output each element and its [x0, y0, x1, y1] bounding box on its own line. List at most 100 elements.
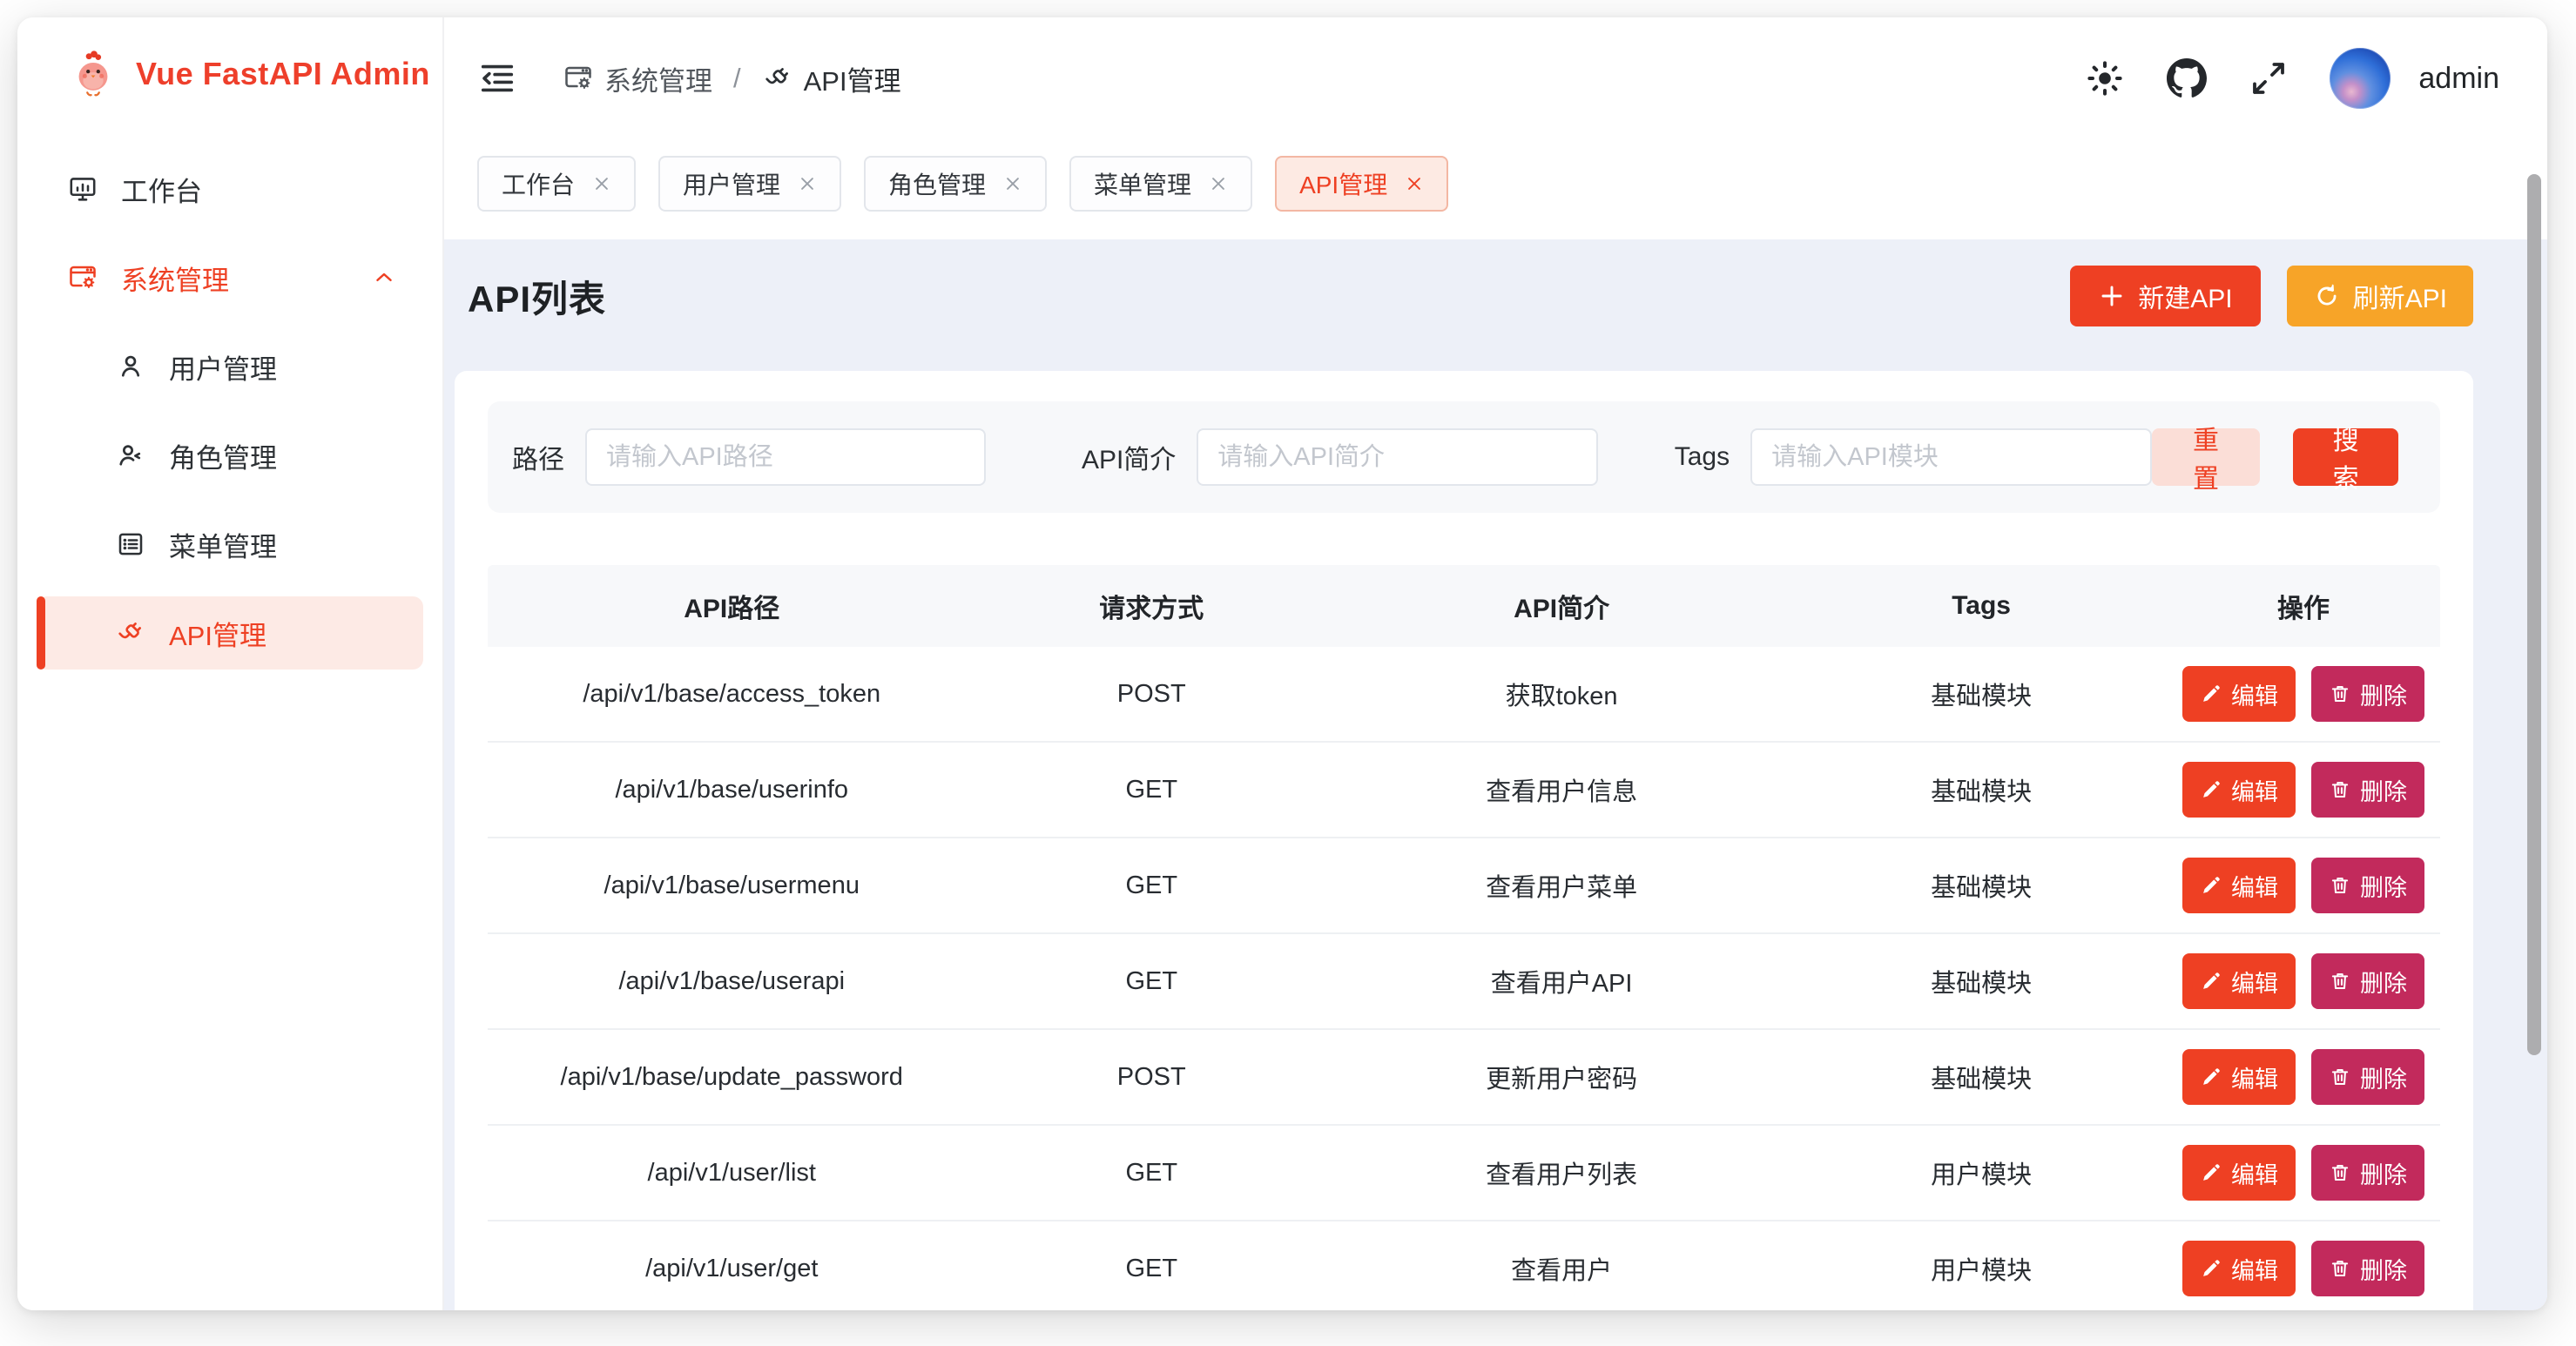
pencil-icon: [2200, 874, 2222, 897]
sidebar-item-workbench[interactable]: 工作台: [37, 152, 423, 225]
column-header-method: 请求方式: [976, 587, 1328, 625]
sidebar: Vue FastAPI Admin 工作台 系统管理 用户管理 角色管理: [17, 17, 444, 1310]
delete-button[interactable]: 删除: [2311, 1241, 2424, 1296]
api-path-cell: /api/v1/base/access_token: [488, 680, 976, 709]
column-header-summary: API简介: [1327, 587, 1796, 625]
column-header-actions: 操作: [2167, 587, 2440, 625]
api-table: API路径 请求方式 API简介 Tags 操作 /api/v1/base/ac…: [488, 565, 2440, 1310]
edit-button[interactable]: 编辑: [2182, 1049, 2296, 1105]
summary-cell: 查看用户: [1327, 1250, 1796, 1287]
column-header-tags: Tags: [1796, 591, 2167, 621]
api-path-cell: /api/v1/user/get: [488, 1255, 976, 1283]
tags-cell: 用户模块: [1796, 1154, 2167, 1191]
plug-icon: [762, 63, 793, 94]
vertical-scrollbar-thumb[interactable]: [2527, 174, 2541, 1055]
delete-button[interactable]: 删除: [2311, 1145, 2424, 1201]
new-api-button[interactable]: 新建API: [2070, 266, 2260, 326]
sidebar-item-label: 工作台: [121, 170, 202, 209]
delete-button[interactable]: 删除: [2311, 858, 2424, 913]
header-actions: admin: [2084, 48, 2499, 109]
edit-button[interactable]: 编辑: [2182, 1145, 2296, 1201]
tab-menu-management[interactable]: 菜单管理: [1069, 156, 1252, 212]
sidebar-item-label: 系统管理: [121, 259, 229, 298]
plus-icon: [2098, 282, 2126, 310]
tab-api-management[interactable]: API管理: [1275, 156, 1448, 212]
summary-cell: 查看用户列表: [1327, 1154, 1796, 1191]
api-path-cell: /api/v1/base/usermenu: [488, 872, 976, 900]
trash-icon: [2329, 1161, 2351, 1184]
method-cell: GET: [976, 776, 1328, 804]
table-row: /api/v1/user/get GET 查看用户 用户模块 编辑 删除: [488, 1221, 2440, 1310]
breadcrumb: 系统管理 / API管理: [563, 59, 901, 98]
role-icon: [115, 440, 146, 471]
close-icon[interactable]: [1405, 174, 1424, 193]
edit-button[interactable]: 编辑: [2182, 1241, 2296, 1296]
breadcrumb-separator: /: [728, 63, 746, 94]
github-icon[interactable]: [2166, 57, 2208, 99]
tags-cell: 基础模块: [1796, 867, 2167, 904]
page-title-row: API列表 新建API 刷新API: [455, 261, 2473, 331]
summary-filter-input[interactable]: [1197, 428, 1597, 486]
app-logo-row: Vue FastAPI Admin: [17, 17, 442, 131]
api-list-card: 路径 API简介 Tags 重置 搜索 API路径: [455, 371, 2473, 1310]
method-cell: GET: [976, 1159, 1328, 1188]
delete-button[interactable]: 删除: [2311, 666, 2424, 722]
table-header-row: API路径 请求方式 API简介 Tags 操作: [488, 565, 2440, 647]
close-icon[interactable]: [1209, 174, 1228, 193]
pencil-icon: [2200, 1257, 2222, 1280]
sidebar-collapse-icon[interactable]: [477, 58, 517, 98]
tags-cell: 基础模块: [1796, 1059, 2167, 1095]
page-content: API列表 新建API 刷新API 路径: [444, 239, 2547, 1310]
theme-toggle-sun-icon[interactable]: [2084, 57, 2126, 99]
path-filter-input[interactable]: [585, 428, 986, 486]
refresh-icon: [2313, 282, 2341, 310]
sidebar-menu: 工作台 系统管理 用户管理 角色管理 菜单管理 API管理: [17, 131, 442, 670]
path-filter-label: 路径: [512, 438, 564, 476]
table-row: /api/v1/base/access_token POST 获取token 基…: [488, 647, 2440, 743]
fullscreen-icon[interactable]: [2248, 57, 2289, 99]
tags-filter-label: Tags: [1675, 442, 1730, 472]
sidebar-item-system-management[interactable]: 系统管理: [37, 241, 423, 314]
method-cell: GET: [976, 967, 1328, 996]
summary-filter-label: API简介: [1082, 438, 1176, 476]
edit-button[interactable]: 编辑: [2182, 858, 2296, 913]
trash-icon: [2329, 1066, 2351, 1088]
chevron-up-icon: [371, 265, 397, 291]
sidebar-item-user-management[interactable]: 用户管理: [37, 330, 423, 403]
tab-role-management[interactable]: 角色管理: [864, 156, 1047, 212]
summary-cell: 更新用户密码: [1327, 1059, 1796, 1095]
tab-user-management[interactable]: 用户管理: [658, 156, 841, 212]
tab-workbench[interactable]: 工作台: [477, 156, 636, 212]
edit-button[interactable]: 编辑: [2182, 762, 2296, 818]
refresh-api-button[interactable]: 刷新API: [2287, 266, 2473, 326]
user-icon: [115, 351, 146, 382]
delete-button[interactable]: 删除: [2311, 762, 2424, 818]
trash-icon: [2329, 874, 2351, 897]
tags-cell: 基础模块: [1796, 676, 2167, 712]
tags-cell: 用户模块: [1796, 1250, 2167, 1287]
breadcrumb-item-system[interactable]: 系统管理: [563, 59, 712, 98]
user-avatar[interactable]: [2330, 48, 2391, 109]
sidebar-item-api-management[interactable]: API管理: [37, 596, 423, 670]
sidebar-item-label: 用户管理: [169, 347, 277, 387]
tags-filter-input[interactable]: [1750, 428, 2151, 486]
monitor-icon: [67, 173, 98, 205]
table-row: /api/v1/base/userapi GET 查看用户API 基础模块 编辑…: [488, 934, 2440, 1030]
filter-actions: 重置 搜索: [2152, 428, 2398, 486]
edit-button[interactable]: 编辑: [2182, 953, 2296, 1009]
close-icon[interactable]: [592, 174, 611, 193]
close-icon[interactable]: [1003, 174, 1022, 193]
method-cell: POST: [976, 680, 1328, 709]
delete-button[interactable]: 删除: [2311, 953, 2424, 1009]
sidebar-item-role-management[interactable]: 角色管理: [37, 419, 423, 492]
reset-button[interactable]: 重置: [2152, 428, 2261, 486]
search-button[interactable]: 搜索: [2293, 428, 2398, 486]
delete-button[interactable]: 删除: [2311, 1049, 2424, 1105]
sidebar-item-menu-management[interactable]: 菜单管理: [37, 508, 423, 581]
summary-cell: 查看用户菜单: [1327, 867, 1796, 904]
table-row: /api/v1/base/usermenu GET 查看用户菜单 基础模块 编辑…: [488, 838, 2440, 934]
sidebar-item-label: 角色管理: [169, 436, 277, 475]
close-icon[interactable]: [798, 174, 817, 193]
edit-button[interactable]: 编辑: [2182, 666, 2296, 722]
breadcrumb-item-api[interactable]: API管理: [762, 59, 901, 98]
